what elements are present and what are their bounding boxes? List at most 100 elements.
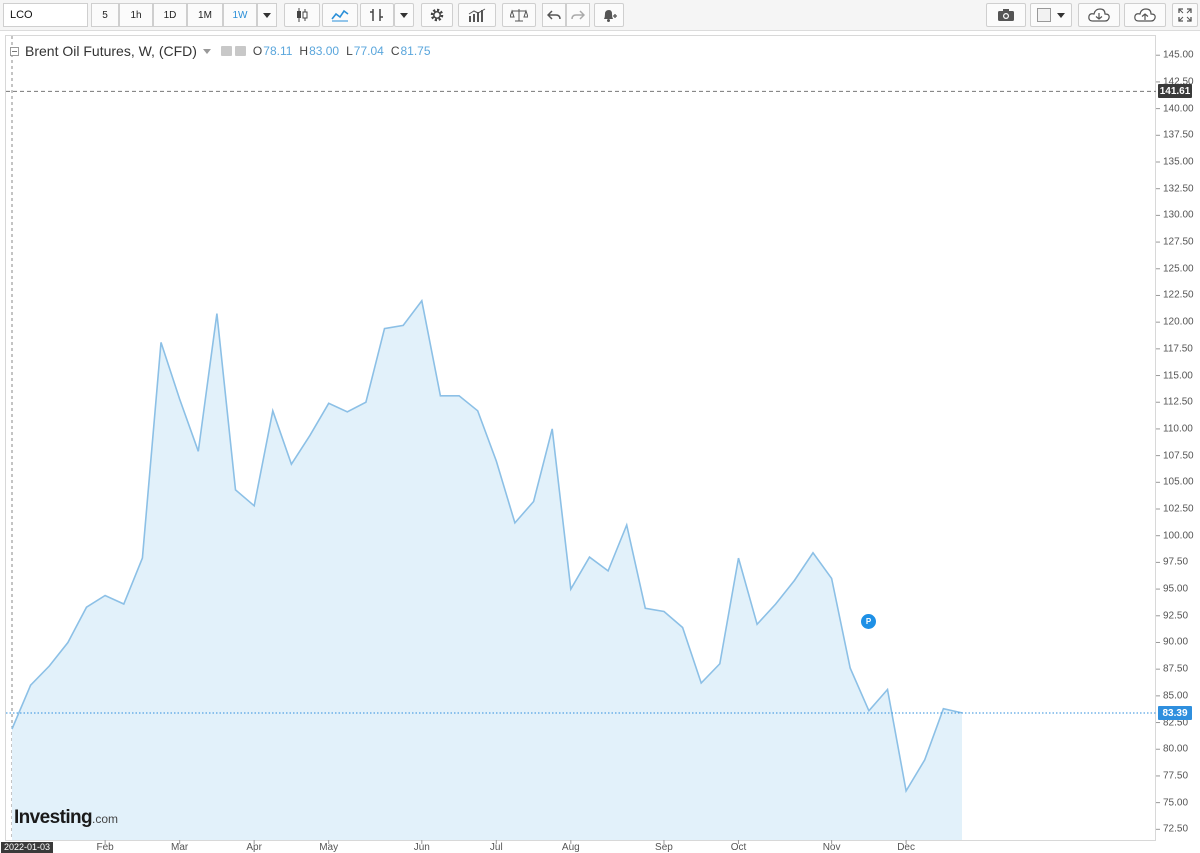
y-tick-label: 97.50 [1163, 556, 1189, 568]
data-point [216, 312, 218, 314]
data-point [551, 428, 553, 430]
y-tick-label: 100.00 [1163, 530, 1194, 542]
data-point [11, 728, 13, 730]
y-tick-label: 117.50 [1163, 343, 1193, 355]
price-chart[interactable] [0, 0, 1200, 851]
data-point [756, 623, 758, 625]
last-price-tag: 83.39 [1158, 706, 1192, 721]
data-point [905, 790, 907, 792]
x-tick-label: Sep [655, 842, 673, 853]
investing-logo: Investing .com [14, 807, 118, 829]
data-point [272, 410, 274, 412]
data-point [719, 663, 721, 665]
y-tick-label: 90.00 [1163, 636, 1189, 648]
y-tick-label: 127.50 [1163, 236, 1194, 248]
data-point [849, 667, 851, 669]
y-tick-label: 115.00 [1163, 370, 1193, 382]
data-point [663, 610, 665, 612]
data-point [607, 570, 609, 572]
y-tick-label: 107.50 [1163, 450, 1194, 462]
data-point [141, 557, 143, 559]
data-point [234, 489, 236, 491]
x-tick-label: May [319, 842, 339, 853]
visibility-icon[interactable] [220, 46, 232, 56]
close-label: C [390, 44, 400, 58]
data-point [253, 505, 255, 507]
data-point [48, 665, 50, 667]
y-tick-label: 77.50 [1163, 770, 1189, 782]
data-point [123, 603, 125, 605]
data-point [197, 450, 199, 452]
high-value: 83.00 [309, 44, 340, 58]
event-badge[interactable]: P [861, 614, 876, 629]
price-area-fill [12, 300, 962, 840]
data-point [178, 398, 180, 400]
data-point [532, 500, 534, 502]
high-price-tag: 141.61 [1158, 84, 1192, 99]
data-point [924, 759, 926, 761]
chart-legend: Brent Oil Futures, W, (CFD) O 78.11 H 83.0… [10, 42, 431, 60]
x-tick-label: Feb [96, 842, 114, 853]
y-tick-label: 85.00 [1163, 690, 1189, 702]
open-label: O [252, 44, 263, 58]
data-point [700, 682, 702, 684]
chevron-down-icon[interactable] [202, 48, 211, 54]
data-point [681, 626, 683, 628]
data-point [402, 324, 404, 326]
y-tick-label: 92.50 [1163, 610, 1189, 622]
y-tick-label: 112.50 [1163, 396, 1193, 408]
data-point [812, 552, 814, 554]
y-tick-label: 102.50 [1163, 503, 1194, 515]
high-label: H [299, 44, 309, 58]
data-point [644, 607, 646, 609]
y-tick-label: 105.00 [1163, 476, 1194, 488]
data-point [421, 300, 423, 302]
data-point [104, 594, 106, 596]
y-tick-label: 135.00 [1163, 156, 1194, 168]
y-tick-label: 75.00 [1163, 797, 1189, 809]
data-point [365, 401, 367, 403]
x-tick-label: Mar [171, 842, 189, 853]
x-tick-label: Dec [897, 842, 916, 853]
data-point [383, 327, 385, 329]
close-value: 81.75 [400, 44, 431, 58]
settings-mini-icon[interactable] [234, 46, 246, 56]
logo-brand: Investing [14, 807, 93, 828]
y-tick-label: 132.50 [1163, 183, 1194, 195]
data-point [514, 522, 516, 524]
x-tick-label: Oct [730, 842, 747, 853]
data-point [328, 402, 330, 404]
data-point [495, 460, 497, 462]
data-point [942, 708, 944, 710]
y-tick-label: 80.00 [1163, 743, 1189, 755]
y-tick-label: 137.50 [1163, 129, 1194, 141]
y-tick-label: 130.00 [1163, 209, 1194, 221]
data-point [793, 579, 795, 581]
y-tick-label: 120.00 [1163, 316, 1194, 328]
data-point [570, 588, 572, 590]
data-point [588, 556, 590, 558]
low-label: L [346, 44, 353, 58]
y-tick-label: 125.00 [1163, 263, 1194, 275]
data-point [67, 641, 69, 643]
data-point [737, 557, 739, 559]
low-value: 77.04 [353, 44, 384, 58]
y-tick-label: 110.00 [1163, 423, 1193, 435]
cursor-date-tag: 2022-01-03 [1, 842, 54, 853]
y-tick-label: 145.00 [1163, 49, 1194, 61]
data-point [830, 577, 832, 579]
collapse-legend-icon[interactable] [10, 46, 19, 56]
x-tick-label: Aug [561, 842, 580, 853]
data-point [626, 524, 628, 526]
data-point [439, 395, 441, 397]
y-tick-label: 72.50 [1163, 823, 1189, 835]
data-point [458, 395, 460, 397]
data-point [886, 688, 888, 690]
data-point [85, 606, 87, 608]
x-tick-label: Jul [489, 842, 503, 853]
data-point [868, 710, 870, 712]
data-point [29, 684, 31, 686]
data-point [309, 434, 311, 436]
data-point [346, 411, 348, 413]
open-value: 78.11 [263, 44, 293, 58]
